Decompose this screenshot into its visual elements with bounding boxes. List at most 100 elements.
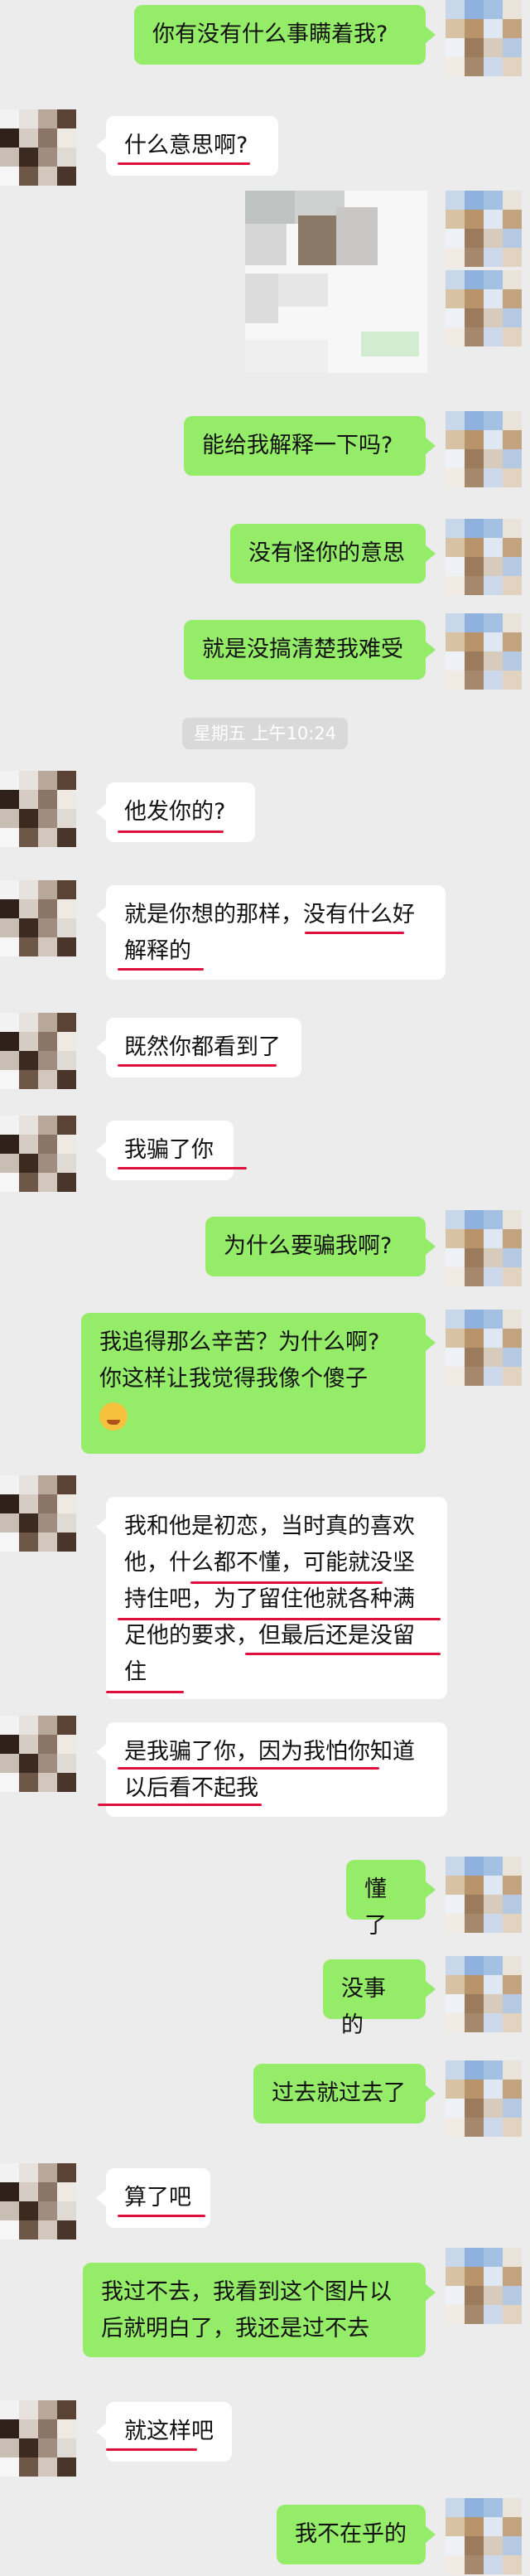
avatar-pixel xyxy=(446,2286,465,2305)
avatar[interactable] xyxy=(0,1013,76,1089)
avatar[interactable] xyxy=(0,1475,76,1552)
message-bubble[interactable]: 是我骗了你，因为我怕你知道 以后看不起我 xyxy=(96,1722,447,1817)
avatar-pixel xyxy=(446,2118,465,2137)
message-bubble[interactable]: 我追得那么辛苦？为什么啊? 你这样让我觉得我像个傻子 xyxy=(81,1313,436,1454)
avatar-pixel xyxy=(484,2267,503,2286)
avatar-pixel xyxy=(19,1116,38,1135)
avatar[interactable] xyxy=(0,880,76,956)
avatar-pixel xyxy=(38,771,57,790)
avatar[interactable] xyxy=(446,613,522,690)
avatar-pixel xyxy=(0,771,19,790)
avatar-pixel xyxy=(446,210,465,229)
message-text: 是我骗了你，因为我怕你知道 xyxy=(124,1739,415,1765)
avatar-pixel xyxy=(503,430,522,449)
avatar-pixel xyxy=(503,2013,522,2032)
message-bubble[interactable]: 我过不去，我看到这个图片以 后就明白了，我还是过不去 xyxy=(83,2263,436,2357)
avatar-pixel xyxy=(446,1876,465,1895)
message-bubble[interactable]: 我和他是初恋，当时真的喜欢 他，什么都不懂，可能就没坚 持住吧，为了留住他就各种… xyxy=(96,1497,447,1699)
avatar-pixel xyxy=(484,229,503,248)
avatar-pixel xyxy=(503,468,522,487)
message-bubble[interactable]: 我骗了你 xyxy=(96,1121,234,1180)
avatar-pixel xyxy=(446,191,465,210)
avatar-pixel xyxy=(57,109,76,128)
avatar-pixel xyxy=(38,1051,57,1070)
avatar[interactable] xyxy=(446,2248,522,2324)
message-bubble[interactable]: 我不在乎的 xyxy=(277,2505,436,2564)
message-bubble[interactable]: 既然你都看到了 xyxy=(96,1018,301,1077)
avatar-pixel xyxy=(446,671,465,690)
message-bubble[interactable]: 能给我解释一下吗? xyxy=(184,416,436,476)
avatar[interactable] xyxy=(0,771,76,847)
avatar-pixel xyxy=(503,671,522,690)
avatar-pixel xyxy=(503,2060,522,2080)
avatar-pixel xyxy=(38,2400,57,2419)
avatar[interactable] xyxy=(446,1310,522,1386)
avatar-pixel xyxy=(38,1754,57,1773)
message-bubble[interactable]: 没有怪你的意思 xyxy=(230,524,436,583)
avatar-pixel xyxy=(465,519,484,538)
image-pixel xyxy=(361,332,419,356)
avatar[interactable] xyxy=(0,2163,76,2239)
message-bubble[interactable]: 就是没搞清楚我难受 xyxy=(184,620,436,680)
avatar-pixel xyxy=(57,1051,76,1070)
avatar-pixel xyxy=(38,1513,57,1533)
avatar-pixel xyxy=(484,651,503,671)
avatar[interactable] xyxy=(446,1857,522,1933)
avatar-pixel xyxy=(0,1173,19,1192)
message-bubble[interactable]: 什么意思啊? xyxy=(96,116,278,176)
avatar-pixel xyxy=(446,1229,465,1248)
avatar-pixel xyxy=(465,38,484,57)
message-bubble[interactable]: 为什么要骗我啊? xyxy=(205,1217,436,1276)
avatar-pixel xyxy=(465,538,484,557)
message-bubble[interactable]: 没事的 xyxy=(323,1959,436,2038)
avatar[interactable] xyxy=(446,411,522,487)
avatar[interactable] xyxy=(446,2498,522,2574)
avatar-pixel xyxy=(446,1975,465,1994)
annotation-underline xyxy=(190,1581,383,1584)
avatar[interactable] xyxy=(446,191,522,267)
avatar-pixel xyxy=(484,1895,503,1914)
avatar-pixel xyxy=(484,468,503,487)
message-bubble[interactable]: 过去就过去了 xyxy=(253,2064,436,2123)
avatar-pixel xyxy=(503,1876,522,1895)
avatar[interactable] xyxy=(446,1210,522,1286)
annotation-underline xyxy=(118,1167,247,1169)
message-bubble[interactable]: 就这样吧 xyxy=(96,2402,232,2462)
avatar-pixel xyxy=(19,828,38,847)
avatar[interactable] xyxy=(0,2400,76,2477)
avatar-pixel xyxy=(484,1367,503,1386)
avatar-pixel xyxy=(446,248,465,267)
avatar-pixel xyxy=(19,880,38,899)
avatar-pixel xyxy=(484,671,503,690)
message-bubble[interactable]: 懂了 xyxy=(346,1860,436,1939)
message-bubble[interactable]: 你有没有什么事瞒着我? xyxy=(134,5,436,65)
avatar-pixel xyxy=(57,1716,76,1735)
avatar-pixel xyxy=(484,1329,503,1348)
avatar-pixel xyxy=(484,2080,503,2099)
avatar-pixel xyxy=(465,270,484,289)
avatar-pixel xyxy=(38,1154,57,1173)
avatar[interactable] xyxy=(446,1956,522,2032)
avatar[interactable] xyxy=(0,109,76,186)
avatar-pixel xyxy=(57,167,76,186)
image-pixel xyxy=(245,340,328,373)
message-bubble[interactable]: 算了吧 xyxy=(96,2168,210,2228)
avatar[interactable] xyxy=(446,519,522,595)
avatar-pixel xyxy=(0,2220,19,2239)
avatar[interactable] xyxy=(0,1716,76,1792)
avatar-pixel xyxy=(19,809,38,828)
avatar-pixel xyxy=(465,2013,484,2032)
message-text: 他发你的? xyxy=(124,799,226,825)
avatar-pixel xyxy=(503,519,522,538)
avatar[interactable] xyxy=(446,2060,522,2137)
avatar-pixel xyxy=(57,1513,76,1533)
avatar-pixel xyxy=(446,1956,465,1975)
avatar[interactable] xyxy=(0,1116,76,1192)
message-text: 懂了 xyxy=(364,1876,387,1939)
image-message[interactable] xyxy=(245,191,427,373)
avatar[interactable] xyxy=(446,0,522,76)
message-text: 过去就过去了 xyxy=(272,2080,406,2106)
message-bubble[interactable]: 他发你的? xyxy=(96,782,255,842)
avatar-pixel xyxy=(19,899,38,918)
avatar-pixel xyxy=(19,2163,38,2182)
